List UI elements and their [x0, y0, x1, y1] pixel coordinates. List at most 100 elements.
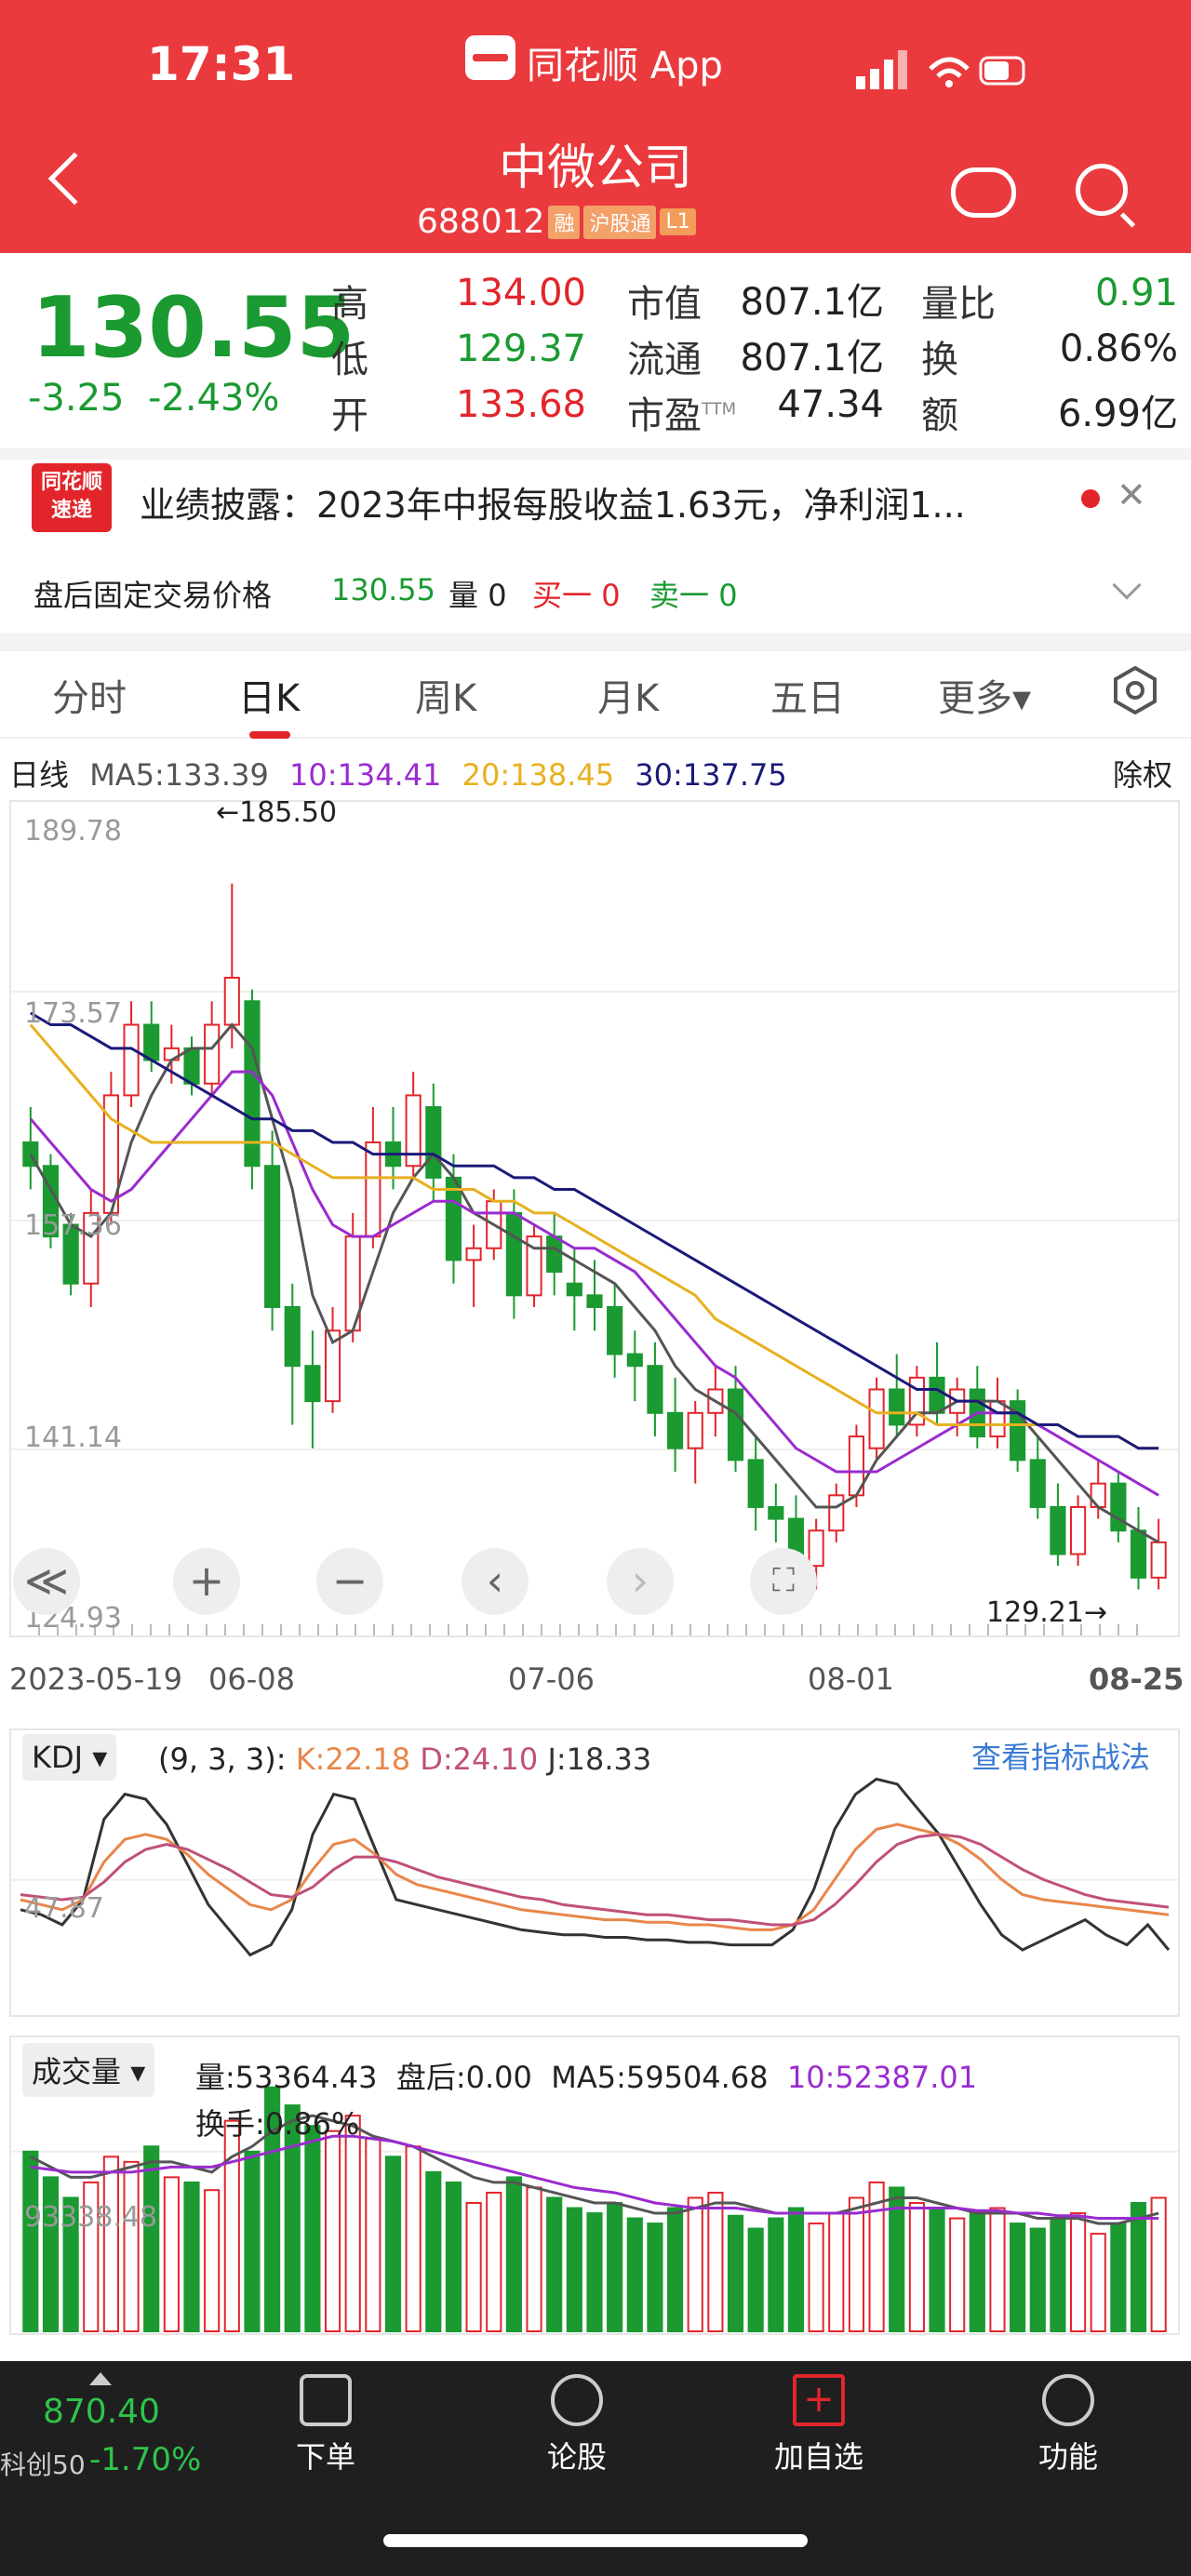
tab-daily-k[interactable]: 日K — [238, 668, 300, 722]
change-value: -3.25 — [28, 377, 125, 420]
label-float: 流通 — [627, 339, 702, 381]
volume-bar — [969, 2212, 985, 2332]
volume-bar — [445, 2181, 462, 2332]
value-float: 807.1亿 — [740, 337, 884, 380]
volume-bar — [747, 2227, 764, 2333]
volume-bar — [183, 2181, 200, 2332]
kdj-j: J:18.33 — [547, 1742, 652, 1777]
volume-bar — [304, 2125, 321, 2332]
volume-bar — [667, 2207, 684, 2332]
volume-bar — [647, 2222, 663, 2332]
volume-bar — [1070, 2212, 1087, 2332]
volume-bar — [1010, 2222, 1026, 2332]
nav-functions[interactable]: 功能 — [1022, 2374, 1115, 2476]
tab-weekly-k[interactable]: 周K — [415, 668, 476, 722]
search-icon[interactable] — [1076, 164, 1128, 216]
index-value[interactable]: 870.40 — [43, 2393, 160, 2431]
date-label: 06-08 — [208, 1662, 295, 1697]
candle-body — [727, 1388, 744, 1462]
candle-body — [929, 1376, 945, 1414]
news-headline[interactable]: 业绩披露：2023年中报每股收益1.63元，净利润1... — [140, 476, 966, 527]
app-header: 17:31 同花顺 App 中微公司 688012 融 沪股通 L1 — [0, 0, 1191, 253]
document-icon — [300, 2374, 352, 2426]
candle-body — [667, 1411, 684, 1449]
index-pct: -1.70% — [89, 2441, 202, 2478]
tab-intraday[interactable]: 分时 — [52, 668, 127, 722]
value-amount: 6.99亿 — [1057, 393, 1178, 435]
chevron-down-icon[interactable] — [1112, 570, 1142, 600]
connect-tag: 沪股通 — [583, 205, 657, 239]
star-badge-icon — [551, 2374, 603, 2426]
high-annotation: ←185.50 — [216, 796, 338, 829]
current-price: 130.55 — [32, 279, 355, 377]
candle-body — [505, 1211, 522, 1297]
collapse-icon[interactable]: ≪ — [13, 1548, 80, 1615]
volume-bar — [204, 2189, 221, 2332]
zoom-in-icon[interactable]: + — [173, 1548, 240, 1615]
value-low: 129.37 — [456, 327, 586, 370]
ma-legend: 日线 MA5:133.39 10:134.41 20:138.45 30:137… — [9, 752, 798, 794]
label-volratio: 量比 — [921, 283, 996, 326]
volume-bar — [1130, 2202, 1147, 2332]
volume-bar — [949, 2217, 966, 2332]
volume-bar — [123, 2160, 140, 2332]
candle-body — [586, 1294, 603, 1309]
candle-body — [687, 1411, 703, 1449]
close-icon[interactable]: ✕ — [1117, 474, 1146, 515]
robot-assistant-icon[interactable] — [951, 167, 1016, 218]
volume-bar — [465, 2202, 482, 2332]
settings-icon[interactable] — [1109, 664, 1161, 716]
app-name: 同花顺 App — [527, 45, 723, 87]
after-hours-buy: 买一 0 — [532, 578, 621, 613]
tab-five-day[interactable]: 五日 — [770, 668, 845, 722]
volume-bar — [828, 2212, 845, 2332]
kdj-d: D:24.10 — [420, 1742, 539, 1777]
nav-order[interactable]: 下单 — [279, 2374, 372, 2476]
volume-bar — [425, 2170, 442, 2332]
ex-rights-toggle[interactable]: 除权 — [1113, 752, 1172, 794]
candle-body — [425, 1106, 442, 1179]
indicator-strategy-link[interactable]: 查看指标战法 — [971, 1734, 1150, 1777]
volume-bar — [384, 2156, 402, 2332]
candle-body — [546, 1235, 563, 1274]
volume-bar — [908, 2202, 925, 2332]
volume-level: 93338.48 — [24, 2201, 158, 2234]
candle-body — [1130, 1529, 1147, 1579]
after-hours-vol: 量 0 — [448, 578, 507, 613]
expand-up-icon[interactable] — [89, 2372, 112, 2385]
candle-body — [123, 1023, 140, 1097]
volume-bar — [586, 2212, 603, 2332]
tab-more[interactable]: 更多▾ — [938, 668, 1031, 722]
volume-bar — [143, 2145, 160, 2332]
next-icon[interactable]: › — [607, 1548, 674, 1615]
tab-monthly-k[interactable]: 月K — [597, 668, 659, 722]
kline-chart[interactable] — [9, 800, 1180, 1637]
kdj-selector[interactable]: KDJ ▾ — [22, 1734, 117, 1781]
label-low: 低 — [331, 339, 368, 381]
prev-icon[interactable]: ‹ — [462, 1548, 529, 1615]
volume-bar — [768, 2217, 784, 2332]
date-label: 2023-05-19 — [9, 1662, 182, 1697]
label-turnover: 换 — [921, 339, 958, 381]
value-high: 134.00 — [456, 272, 586, 314]
volume-selector[interactable]: 成交量 ▾ — [22, 2043, 155, 2097]
candle-body — [808, 1529, 824, 1568]
zoom-out-icon[interactable]: − — [316, 1548, 383, 1615]
nav-discuss[interactable]: 论股 — [530, 2374, 623, 2476]
candle-body — [1090, 1482, 1106, 1508]
status-icons — [856, 50, 1025, 89]
status-time: 17:31 — [147, 37, 296, 91]
volume-turnover: 换手:0.86% — [195, 2106, 360, 2142]
fullscreen-icon[interactable]: ⛶ — [750, 1548, 817, 1615]
news-logo: 同花顺 速递 — [32, 463, 112, 532]
y-tick: 157.36 — [24, 1209, 122, 1242]
volume-bar — [163, 2176, 180, 2332]
volume-bar — [505, 2176, 522, 2332]
value-open: 133.68 — [456, 383, 586, 426]
nav-add-watchlist[interactable]: + 加自选 — [763, 2374, 875, 2476]
kdj-values: (9, 3, 3): K:22.18 D:24.10 J:18.33 — [158, 1742, 652, 1777]
candle-body — [264, 1165, 281, 1309]
wifi-icon — [929, 57, 970, 71]
volume-bar — [626, 2217, 643, 2332]
label-amount: 额 — [921, 394, 958, 437]
